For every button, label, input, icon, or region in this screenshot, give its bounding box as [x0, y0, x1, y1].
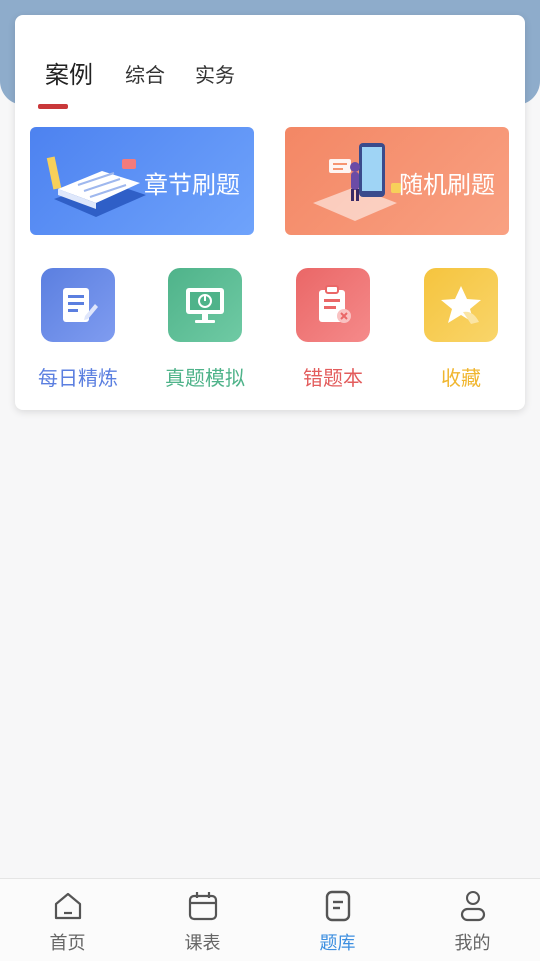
random-practice-banner[interactable]: 随机刷题 [285, 127, 509, 235]
nav-question-bank[interactable]: 题库 [270, 879, 405, 961]
edit-note-icon [41, 268, 115, 342]
daily-practice-item[interactable]: 每日精炼 [18, 268, 138, 391]
calendar-icon [135, 889, 270, 923]
tab-practice[interactable]: 实务 [195, 59, 235, 90]
nav-schedule[interactable]: 课表 [135, 879, 270, 961]
tab-bar: 案例 综合 实务 [45, 59, 265, 90]
mock-exam-item[interactable]: 真题模拟 [145, 268, 265, 391]
nav-home[interactable]: 首页 [0, 879, 135, 961]
book-icon [46, 156, 146, 217]
nav-profile[interactable]: 我的 [405, 879, 540, 961]
random-practice-label: 随机刷题 [399, 171, 495, 199]
mock-exam-label: 真题模拟 [165, 366, 245, 390]
active-tab-indicator [38, 104, 68, 109]
tab-cases[interactable]: 案例 [45, 55, 93, 90]
user-icon [405, 889, 540, 923]
favorites-label: 收藏 [441, 366, 481, 390]
chapter-practice-banner[interactable]: 章节刷题 [30, 127, 254, 235]
home-icon [0, 889, 135, 923]
nav-home-label: 首页 [49, 933, 86, 954]
monitor-icon [168, 268, 242, 342]
nav-profile-label: 我的 [454, 933, 491, 954]
nav-question-bank-label: 题库 [319, 933, 356, 954]
star-icon [424, 268, 498, 342]
wrong-questions-item[interactable]: 错题本 [273, 268, 393, 391]
phone-illustration-icon [313, 143, 401, 221]
favorites-item[interactable]: 收藏 [401, 268, 521, 391]
clipboard-error-icon [296, 268, 370, 342]
nav-schedule-label: 课表 [184, 933, 221, 954]
tab-comprehensive[interactable]: 综合 [125, 59, 165, 90]
main-card: 案例 综合 实务 章节刷题 随机刷题 每日精炼 真题模拟 错题本 收藏 [15, 15, 525, 410]
daily-practice-label: 每日精炼 [38, 366, 118, 390]
chapter-practice-label: 章节刷题 [144, 171, 240, 199]
wrong-questions-label: 错题本 [303, 366, 363, 390]
question-bank-icon [270, 889, 405, 923]
bottom-navigation: 首页 课表 题库 我的 [0, 878, 540, 961]
